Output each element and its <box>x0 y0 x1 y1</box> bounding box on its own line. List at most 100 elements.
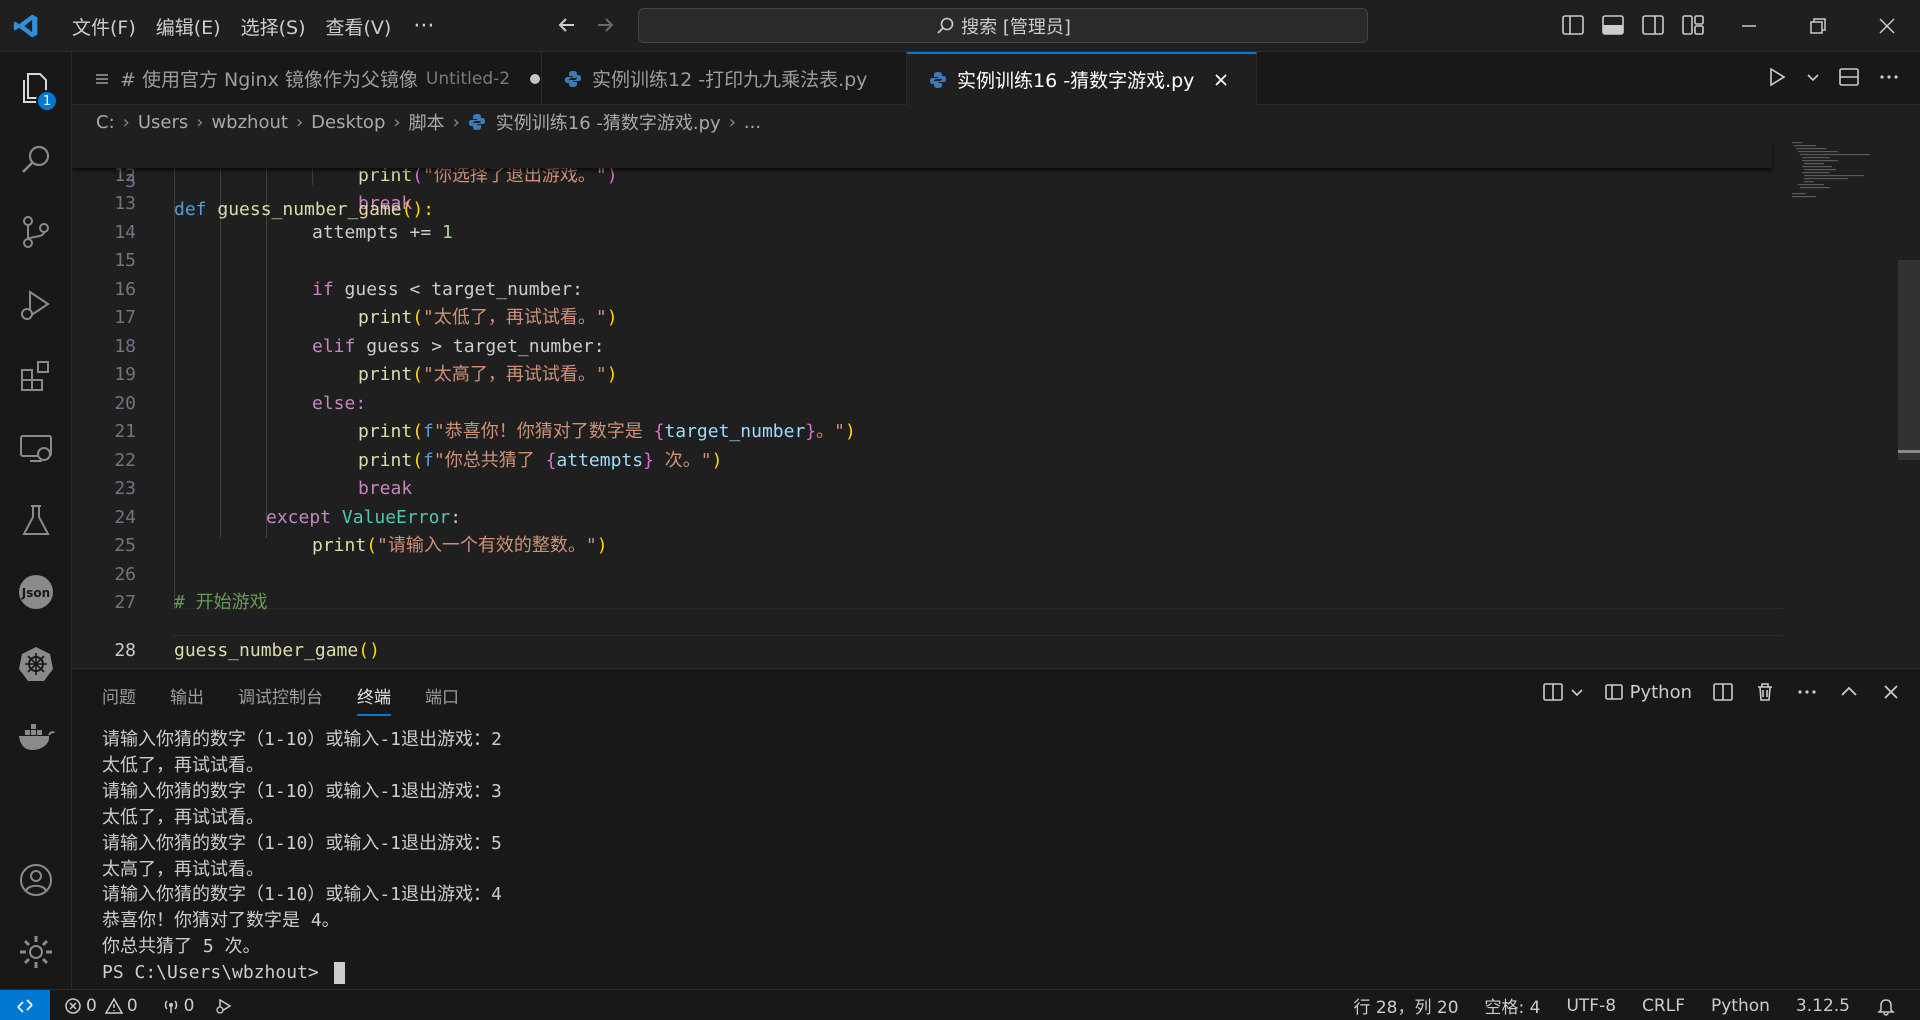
terminal-line: 太低了，再试试看。 <box>102 806 264 828</box>
language-mode[interactable]: Python <box>1711 996 1770 1016</box>
close-window-icon[interactable] <box>1872 12 1902 40</box>
run-and-debug-icon[interactable] <box>16 284 56 324</box>
panel-tab-problems[interactable]: 问题 <box>102 683 136 716</box>
split-terminal-icon[interactable] <box>1712 681 1734 703</box>
tab-label: 实例训练12 -打印九九乘法表.py <box>592 69 868 91</box>
breadcrumb-users[interactable]: Users <box>138 112 188 133</box>
chevron-down-icon[interactable] <box>1806 70 1820 84</box>
breadcrumb-symbol[interactable]: ... <box>744 112 761 133</box>
ports-status[interactable]: 0 <box>162 996 194 1016</box>
panel-tab-terminal[interactable]: 终端 <box>357 683 391 716</box>
testing-flask-icon[interactable] <box>16 500 56 540</box>
panel-tab-ports[interactable]: 端口 <box>425 683 459 716</box>
toggle-panel-icon[interactable] <box>1600 12 1626 38</box>
terminal-prompt-line[interactable]: PS C:\Users\wbzhout> <box>102 960 502 986</box>
error-icon <box>65 997 81 1014</box>
toggle-primary-sidebar-icon[interactable] <box>1560 12 1586 38</box>
toggle-secondary-sidebar-icon[interactable] <box>1640 12 1666 38</box>
code-line-21: 21 print(f"恭喜你！你猜对了数字是 {target_number}。") <box>114 421 856 442</box>
search-icon[interactable] <box>16 140 56 180</box>
tab-label: # 使用官方 Nginx 镜像作为父镜像 <box>120 69 418 91</box>
breadcrumb-drive[interactable]: C: <box>96 112 115 133</box>
extensions-icon[interactable] <box>16 356 56 396</box>
panel-tab-debug-console[interactable]: 调试控制台 <box>238 683 323 716</box>
chevron-down-icon[interactable] <box>1570 685 1584 699</box>
terminal-label: Python <box>1629 681 1692 703</box>
editor-scrollbar[interactable] <box>1898 260 1920 460</box>
breadcrumb-file[interactable]: 实例训练16 -猜数字游戏.py <box>496 109 721 135</box>
split-editor-icon[interactable] <box>1838 66 1860 88</box>
scrollbar-cursor-marker <box>1898 450 1920 453</box>
code-line-17: 17 print("太低了，再试试看。") <box>114 307 618 328</box>
broadcast-icon <box>164 999 177 1013</box>
code-line-24: 24 except ValueError: <box>114 506 462 528</box>
breadcrumb-desktop[interactable]: Desktop <box>311 112 385 133</box>
menu-more-button[interactable]: ··· <box>401 14 446 39</box>
tab-label: 实例训练16 -猜数字游戏.py <box>957 70 1195 92</box>
menu-selection[interactable]: 选择(S) <box>231 13 316 40</box>
bottom-panel: 问题 输出 调试控制台 终端 端口 Python 请输入你猜的数字（1-10）或… <box>72 668 1920 989</box>
terminal-line: 请输入你猜的数字（1-10）或输入-1退出游戏：5 <box>102 832 502 854</box>
docker-icon[interactable] <box>16 716 56 756</box>
sticky-scroll-header[interactable]: 3 def guess_number_game(): <box>72 140 1772 220</box>
end-of-line[interactable]: CRLF <box>1642 996 1685 1016</box>
trash-icon[interactable] <box>1754 681 1776 703</box>
menu-edit[interactable]: 编辑(E) <box>146 13 231 40</box>
command-center-search[interactable]: 搜索 [管理员] <box>638 8 1368 43</box>
maximize-panel-chevron-up-icon[interactable] <box>1838 681 1860 703</box>
problems-status[interactable]: 0 0 <box>64 996 138 1016</box>
more-actions-icon[interactable] <box>1796 681 1818 703</box>
close-panel-icon[interactable] <box>1880 681 1902 703</box>
remote-icon <box>17 998 33 1013</box>
encoding[interactable]: UTF-8 <box>1566 996 1616 1016</box>
remote-explorer-icon[interactable] <box>16 428 56 468</box>
tab-untitled-2[interactable]: # 使用官方 Nginx 镜像作为父镜像 Untitled-2 <box>72 52 542 105</box>
explorer-badge: 1 <box>36 90 58 112</box>
indentation[interactable]: 空格: 4 <box>1485 993 1541 1018</box>
new-terminal-layout-icon[interactable] <box>1542 681 1564 703</box>
menu-file[interactable]: 文件(F) <box>62 13 146 40</box>
tab-multiplication-table[interactable]: 实例训练12 -打印九九乘法表.py <box>542 52 907 105</box>
code-line-28: 28 guess_number_game() <box>114 640 380 661</box>
search-icon <box>937 17 954 34</box>
breadcrumb: C: › Users › wbzhout › Desktop › 脚本 › 实例训练16 … <box>96 108 761 136</box>
kubernetes-icon[interactable] <box>16 644 56 684</box>
code-line-25: 25 print("请输入一个有效的整数。") <box>114 535 608 556</box>
terminal-line: 太低了，再试试看。 <box>102 754 264 776</box>
back-arrow-icon[interactable] <box>554 12 580 38</box>
code-line-18: 18 elif guess > target_number: <box>114 335 605 357</box>
notifications-bell-icon[interactable] <box>1876 996 1896 1016</box>
restore-icon[interactable] <box>1803 12 1833 40</box>
menu-view[interactable]: 查看(V) <box>316 13 402 40</box>
terminal-line: 请输入你猜的数字（1-10）或输入-1退出游戏：4 <box>102 884 502 906</box>
json-icon[interactable]: Json <box>16 572 56 612</box>
breadcrumb-folder[interactable]: 脚本 <box>409 109 445 135</box>
minimap[interactable] <box>1790 140 1880 200</box>
breadcrumb-user[interactable]: wbzhout <box>211 112 287 133</box>
tab-sublabel: Untitled-2 <box>425 68 511 89</box>
minimize-icon[interactable] <box>1734 12 1764 40</box>
terminal-output[interactable]: 请输入你猜的数字（1-10）或输入-1退出游戏：2 太低了，再试试看。 请输入你猜的… <box>102 727 502 986</box>
terminal-instance-selector[interactable]: Python <box>1604 682 1692 703</box>
cursor-position[interactable]: 行 28，列 20 <box>1353 993 1458 1018</box>
accounts-icon[interactable] <box>16 860 56 900</box>
tab-guess-number-game[interactable]: 实例训练16 -猜数字游戏.py <box>907 52 1257 105</box>
unsaved-dot-icon[interactable] <box>530 73 541 84</box>
source-control-icon[interactable] <box>16 212 56 252</box>
customize-layout-icon[interactable] <box>1680 12 1706 38</box>
code-line-16: 16 if guess < target_number: <box>114 278 583 300</box>
python-interpreter[interactable]: 3.12.5 <box>1796 996 1850 1016</box>
terminal-line: 请输入你猜的数字（1-10）或输入-1退出游戏：2 <box>102 729 502 750</box>
terminal-cursor <box>333 962 345 985</box>
debug-launch-icon[interactable] <box>214 997 234 1015</box>
code-line-27: 27 # 开始游戏 <box>114 592 268 613</box>
more-actions-icon[interactable] <box>1878 66 1900 88</box>
forward-arrow-icon[interactable] <box>592 12 618 38</box>
remote-indicator[interactable] <box>0 990 50 1020</box>
panel-tab-output[interactable]: 输出 <box>170 683 204 716</box>
close-tab-icon[interactable] <box>1212 71 1230 89</box>
run-python-file-icon[interactable] <box>1766 66 1788 88</box>
manage-gear-icon[interactable] <box>16 932 56 972</box>
terminal-line: 请输入你猜的数字（1-10）或输入-1退出游戏：3 <box>102 780 502 802</box>
code-editor[interactable]: 12 print("你选择了退出游戏。") 3 def guess_number_… <box>72 140 1920 668</box>
